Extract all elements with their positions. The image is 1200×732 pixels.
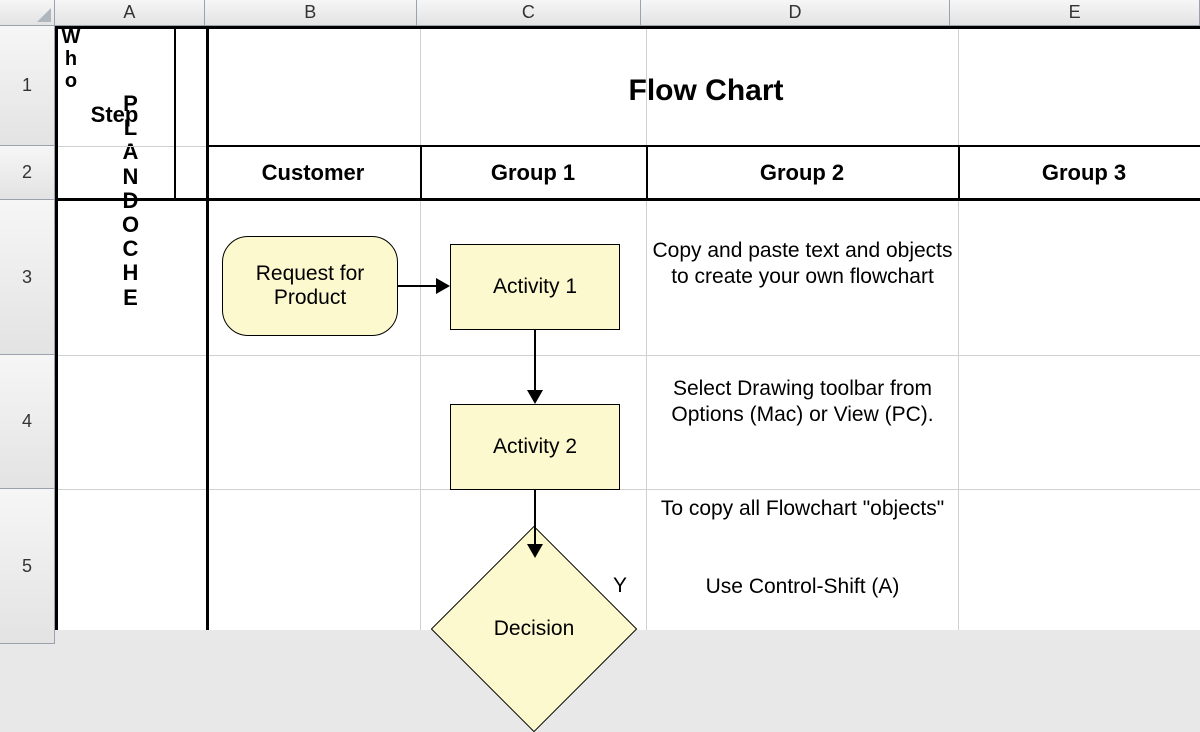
row-head-2[interactable]: 2 (0, 146, 55, 200)
border (206, 26, 209, 630)
gridline (55, 489, 1200, 490)
select-all-corner[interactable] (0, 0, 55, 26)
lane-customer: Customer (206, 160, 420, 186)
phase-letter: N (123, 165, 139, 189)
gridline (420, 26, 421, 630)
instruction-3b: Use Control-Shift (A) (650, 574, 955, 600)
gridline (958, 26, 959, 630)
arrow-line (398, 285, 438, 287)
instruction-3a: To copy all Flowchart "objects" (650, 496, 955, 522)
shape-activity-1[interactable]: Activity 1 (450, 244, 620, 330)
phase-check: C H E (55, 237, 206, 310)
header-who: Who (55, 26, 87, 92)
border (206, 145, 1200, 147)
gridline (646, 26, 647, 630)
flow-chart-title: Flow Chart (206, 74, 1200, 108)
arrow-head-icon (436, 278, 450, 294)
phase-letter: O (122, 213, 139, 237)
phase-do: D O (55, 189, 206, 237)
col-head-e[interactable]: E (950, 0, 1200, 26)
decision-yes-label: Y (613, 574, 643, 598)
lane-group3: Group 3 (958, 160, 1200, 186)
col-head-a[interactable]: A (55, 0, 205, 26)
col-head-b[interactable]: B (205, 0, 417, 26)
lane-group1: Group 1 (420, 160, 646, 186)
lane-group2: Group 2 (646, 160, 958, 186)
col-head-c[interactable]: C (417, 0, 641, 26)
arrow-head-icon (527, 544, 543, 558)
border (55, 198, 1200, 201)
border (55, 26, 1200, 29)
shape-label: Activity 2 (493, 435, 577, 459)
phase-letter: H (123, 261, 139, 285)
border (174, 26, 176, 200)
worksheet-area[interactable]: Step Who Flow Chart Customer Group 1 Gro… (55, 26, 1200, 630)
column-headers: A B C D E (55, 0, 1200, 26)
row-headers: 1 2 3 4 5 (0, 26, 55, 644)
row-head-3[interactable]: 3 (0, 200, 55, 355)
gridline (55, 355, 1200, 356)
shape-decision-diamond[interactable]: Decision (461, 556, 607, 702)
shape-activity-2[interactable]: Activity 2 (450, 404, 620, 490)
shape-label: Request for Product (229, 262, 391, 310)
col-head-d[interactable]: D (641, 0, 950, 26)
phase-letter: E (123, 286, 138, 310)
phase-letter: A (123, 140, 139, 164)
shape-request-terminator[interactable]: Request for Product (222, 236, 398, 336)
shape-label: Decision (461, 556, 607, 702)
shape-label: Activity 1 (493, 275, 577, 299)
arrow-head-icon (527, 390, 543, 404)
row-head-5[interactable]: 5 (0, 489, 55, 644)
arrow-line (534, 490, 536, 546)
row-head-4[interactable]: 4 (0, 355, 55, 489)
row-head-1[interactable]: 1 (0, 26, 55, 146)
arrow-line (534, 330, 536, 392)
instruction-1: Copy and paste text and objects to creat… (650, 238, 955, 291)
phase-letter: C (123, 237, 139, 261)
header-step: Step (55, 102, 174, 128)
instruction-2: Select Drawing toolbar from Options (Mac… (650, 376, 955, 429)
